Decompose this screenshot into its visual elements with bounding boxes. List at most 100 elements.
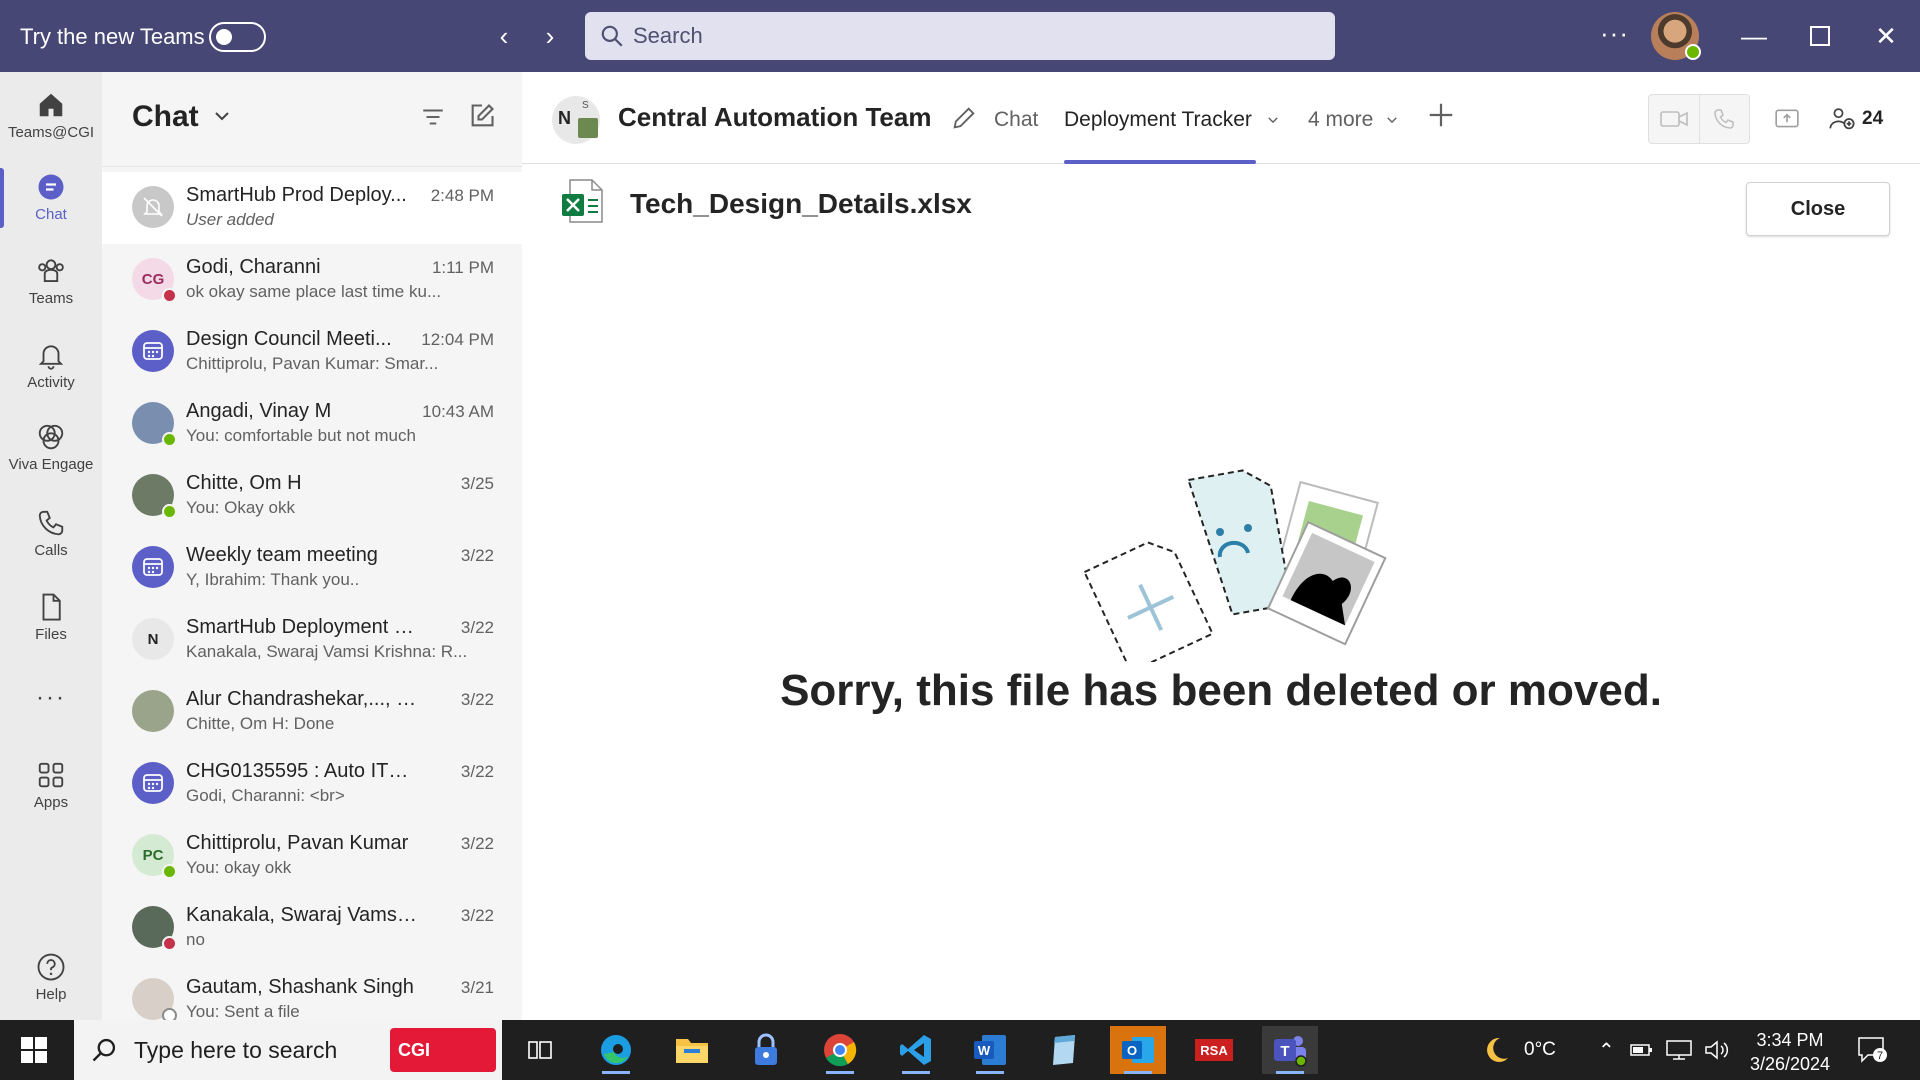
taskbar-clock[interactable]: 3:34 PM 3/26/2024 bbox=[1740, 1028, 1840, 1076]
clock-time: 3:34 PM bbox=[1756, 1030, 1824, 1050]
chat-list-item[interactable]: CG Godi, Charanni 1:11 PM ok okay same plac… bbox=[102, 244, 522, 316]
chat-time: 3/22 bbox=[460, 906, 494, 925]
meeting-calendar-icon bbox=[143, 558, 163, 576]
teams-taskbar-icon[interactable]: T bbox=[1262, 1026, 1318, 1074]
meeting-calendar-icon bbox=[143, 342, 163, 360]
search-input[interactable]: Search bbox=[585, 12, 1335, 60]
rail-item-chat[interactable]: Chat bbox=[0, 172, 102, 223]
rail-item-files[interactable]: Files bbox=[0, 592, 102, 643]
show-hidden-icons-icon[interactable]: ⌃ bbox=[1598, 1038, 1615, 1063]
minimize-icon[interactable]: — bbox=[1736, 18, 1772, 54]
toggle-knob bbox=[216, 29, 232, 45]
audio-call-button[interactable] bbox=[1699, 95, 1749, 143]
vscode-icon[interactable] bbox=[888, 1026, 944, 1074]
muted-bell-icon bbox=[143, 197, 163, 217]
filter-icon[interactable] bbox=[420, 104, 446, 130]
rail-item-help[interactable]: Help bbox=[0, 952, 102, 1003]
rsa-icon[interactable]: RSA bbox=[1186, 1026, 1242, 1074]
chat-list-item[interactable]: Gautam, Shashank Singh 3/21 You: Sent a fi… bbox=[102, 964, 522, 1020]
chat-preview: You: okay okk bbox=[186, 858, 292, 877]
edge-icon[interactable] bbox=[588, 1026, 644, 1074]
chat-time: 3/22 bbox=[460, 762, 494, 781]
file-name: Tech_Design_Details.xlsx bbox=[630, 188, 972, 219]
video-call-button[interactable] bbox=[1649, 95, 1699, 143]
outlook-icon[interactable]: O bbox=[1110, 1026, 1166, 1074]
battery-icon[interactable] bbox=[1629, 1040, 1655, 1060]
rail-item-viva-engage[interactable]: Viva Engage bbox=[0, 422, 102, 473]
chat-list-item[interactable]: Chitte, Om H 3/25 You: Okay okk bbox=[102, 460, 522, 532]
chat-name: Chitte, Om H bbox=[186, 472, 302, 494]
avatar-initials: N bbox=[147, 630, 159, 648]
rail-item-more[interactable]: ··· bbox=[0, 684, 102, 712]
forward-arrow-icon[interactable]: › bbox=[534, 20, 566, 52]
rail-item-activity[interactable]: Activity bbox=[0, 340, 102, 391]
team-avatar[interactable]: N S bbox=[552, 96, 600, 144]
apps-icon bbox=[38, 762, 64, 788]
chat-list-item[interactable]: SmartHub Prod Deploy... 2:48 PM User added bbox=[102, 172, 522, 244]
rail-item-teams[interactable]: Teams bbox=[0, 256, 102, 307]
notification-count: 7 bbox=[1877, 1050, 1883, 1062]
chat-list-item[interactable]: N SmartHub Deployment C... 3/22 Kanakala, S… bbox=[102, 604, 522, 676]
chat-preview: Chitte, Om H: Done bbox=[186, 714, 335, 733]
rail-label: Apps bbox=[33, 794, 69, 811]
network-icon[interactable] bbox=[1665, 1039, 1693, 1061]
svg-text:W: W bbox=[978, 1043, 991, 1058]
chrome-icon[interactable] bbox=[812, 1026, 868, 1074]
new-chat-icon[interactable] bbox=[468, 102, 496, 130]
cgi-badge[interactable]: CGI bbox=[390, 1028, 496, 1072]
chat-list-item[interactable]: CHG0135595 : Auto ITSM ... 3/22 Godi, Char… bbox=[102, 748, 522, 820]
file-explorer-icon[interactable] bbox=[664, 1026, 720, 1074]
notification-center-button[interactable]: 7 bbox=[1856, 1020, 1888, 1080]
chat-list-item[interactable]: Weekly team meeting 3/22 Y, Ibrahim: Thank… bbox=[102, 532, 522, 604]
chevron-down-icon[interactable] bbox=[212, 106, 232, 126]
chat-time: 3/22 bbox=[460, 690, 494, 709]
participants-count: 24 bbox=[1862, 108, 1884, 129]
available-status-icon bbox=[162, 504, 177, 519]
avatar bbox=[132, 690, 174, 732]
close-window-icon[interactable]: ✕ bbox=[1868, 18, 1904, 54]
chat-list-item[interactable]: Alur Chandrashekar,..., +5 3/22 Chitte, Om… bbox=[102, 676, 522, 748]
weather-widget[interactable]: 0°C bbox=[1480, 1020, 1556, 1080]
rail-item-apps[interactable]: Apps bbox=[0, 760, 102, 811]
windows-start-icon[interactable] bbox=[20, 1036, 48, 1064]
rail-item-teams-cgi[interactable]: Teams@CGI bbox=[0, 90, 102, 141]
tab-more[interactable]: 4 more bbox=[1308, 108, 1399, 132]
chat-preview: User added bbox=[186, 210, 274, 229]
tab-chat[interactable]: Chat bbox=[994, 108, 1038, 132]
maximize-icon[interactable] bbox=[1802, 18, 1838, 54]
more-options-icon[interactable]: ··· bbox=[1600, 18, 1629, 49]
error-message: Sorry, this file has been deleted or mov… bbox=[780, 666, 1662, 715]
chat-name: Godi, Charanni bbox=[186, 256, 321, 278]
app-rail: Teams@CGI Chat Teams Activity Viva Engag… bbox=[0, 72, 102, 1020]
chat-list-title: Chat bbox=[132, 100, 199, 133]
back-arrow-icon[interactable]: ‹ bbox=[488, 20, 520, 52]
word-icon[interactable]: W bbox=[962, 1026, 1018, 1074]
viva-engage-icon bbox=[38, 424, 64, 450]
chat-name: Kanakala, Swaraj Vamsi Kri... bbox=[186, 904, 418, 926]
share-screen-icon[interactable] bbox=[1774, 106, 1800, 132]
volume-icon[interactable] bbox=[1703, 1039, 1731, 1061]
notepad-icon[interactable] bbox=[1036, 1026, 1092, 1074]
task-view-icon[interactable] bbox=[512, 1026, 568, 1074]
excel-file-icon bbox=[562, 179, 603, 223]
chat-list-item[interactable]: Design Council Meeti... 12:04 PM Chittipro… bbox=[102, 316, 522, 388]
chat-list-item[interactable]: Angadi, Vinay M 10:43 AM You: comfortable … bbox=[102, 388, 522, 460]
chat-list-item[interactable]: Kanakala, Swaraj Vamsi Kri... 3/22 no bbox=[102, 892, 522, 964]
chat-list-pane: Chat SmartHub Prod Deploy... 2:48 PM User … bbox=[102, 72, 522, 1020]
tab-deployment-tracker[interactable]: Deployment Tracker bbox=[1064, 108, 1280, 132]
chat-name: SmartHub Deployment C... bbox=[186, 616, 418, 638]
chat-preview: Y, Ibrahim: Thank you.. bbox=[186, 570, 360, 589]
close-file-button[interactable]: Close bbox=[1746, 182, 1890, 236]
team-name: Central Automation Team bbox=[618, 102, 932, 132]
avatar-initials: CG bbox=[141, 270, 165, 288]
rail-label: Viva Engage bbox=[8, 456, 94, 473]
rsa-label: RSA bbox=[1200, 1043, 1228, 1058]
add-tab-icon[interactable] bbox=[1426, 100, 1456, 130]
chat-list-item[interactable]: PC Chittiprolu, Pavan Kumar 3/22 You: okay … bbox=[102, 820, 522, 892]
rail-item-calls[interactable]: Calls bbox=[0, 508, 102, 559]
lock-app-icon[interactable] bbox=[738, 1026, 794, 1074]
busy-status-icon bbox=[162, 936, 177, 951]
new-teams-toggle[interactable] bbox=[209, 22, 266, 52]
participants-button[interactable]: 24 bbox=[1828, 102, 1908, 136]
edit-name-icon[interactable] bbox=[950, 104, 978, 132]
